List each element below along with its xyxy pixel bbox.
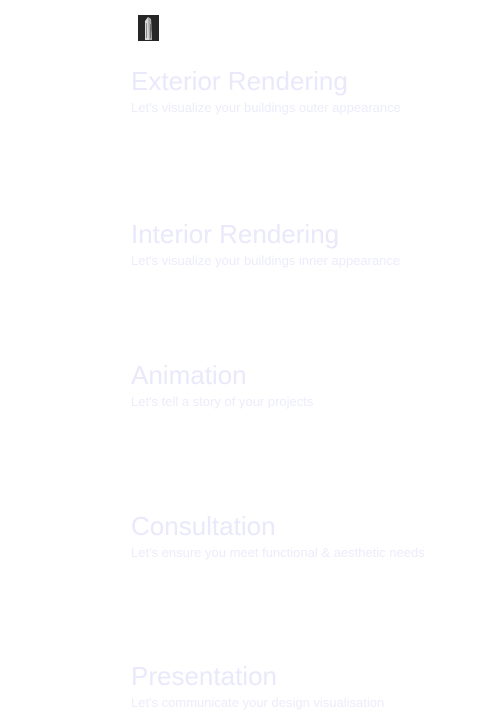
service-title: Interior Rendering — [131, 219, 340, 249]
service-presentation[interactable]: Presentation Let's communicate your desi… — [131, 661, 481, 711]
service-title: Consultation — [131, 511, 276, 541]
building-tower-icon[interactable] — [138, 15, 159, 41]
service-interior-rendering[interactable]: Interior Rendering Let's visualize your … — [131, 219, 481, 269]
service-animation[interactable]: Animation Let's tell a story of your pro… — [131, 360, 481, 410]
service-consultation[interactable]: Consultation Let's ensure you meet funct… — [131, 511, 481, 561]
service-subtitle: Let's ensure you meet functional & aesth… — [131, 545, 425, 560]
service-subtitle: Let's visualize your buildings outer app… — [131, 100, 401, 115]
service-subtitle: Let's tell a story of your projects — [131, 394, 314, 409]
service-title: Animation — [131, 360, 247, 390]
service-exterior-rendering[interactable]: Exterior Rendering Let's visualize your … — [131, 66, 481, 116]
service-subtitle: Let's visualize your buildings inner app… — [131, 253, 401, 268]
service-title: Exterior Rendering — [131, 66, 348, 96]
service-title: Presentation — [131, 661, 277, 691]
service-subtitle: Let's communicate your design visualisat… — [131, 695, 385, 710]
